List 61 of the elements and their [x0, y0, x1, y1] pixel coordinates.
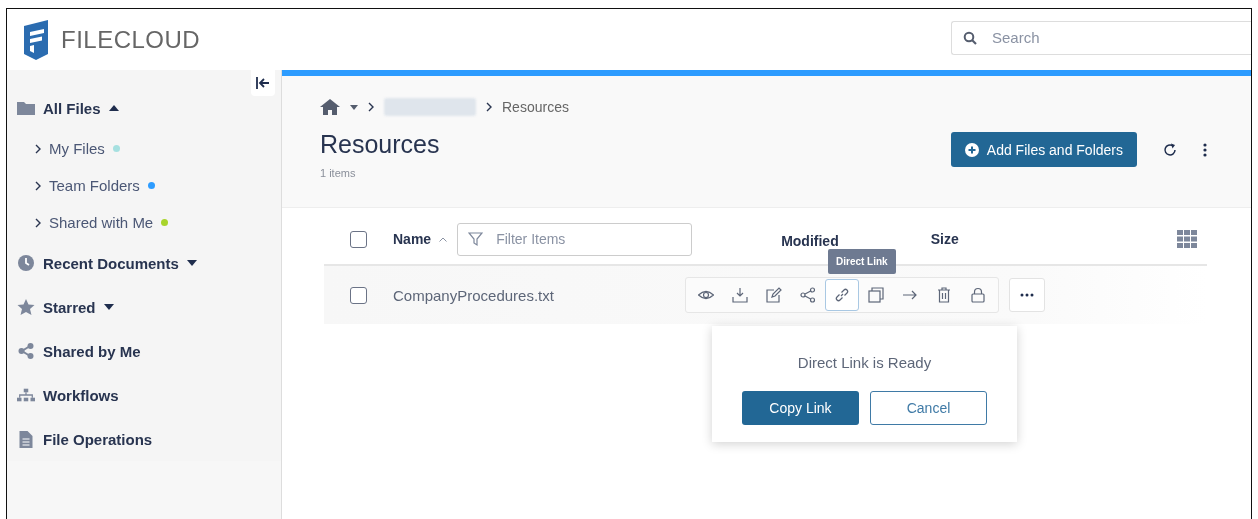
- collapse-icon: [256, 77, 270, 89]
- share-icon: [800, 287, 816, 303]
- link-button[interactable]: [825, 279, 859, 311]
- add-files-button[interactable]: Add Files and Folders: [950, 132, 1137, 167]
- file-name: CompanyProcedures.txt: [393, 286, 555, 304]
- column-header[interactable]: Modified: [781, 233, 839, 249]
- popup-message: Direct Link is Ready: [797, 354, 932, 371]
- row-checkbox[interactable]: [350, 286, 367, 304]
- select-all-checkbox[interactable]: [350, 230, 367, 248]
- caret-icon: [108, 105, 119, 111]
- nav-item[interactable]: File Operations: [17, 417, 281, 461]
- column-header[interactable]: Name: [393, 231, 432, 247]
- nav-item[interactable]: Workflows: [17, 373, 281, 417]
- nav-subitem[interactable]: My Files: [17, 130, 281, 167]
- edit-icon: [766, 287, 782, 303]
- copy-link-button[interactable]: Copy Link: [742, 391, 859, 425]
- home-icon[interactable]: [320, 99, 340, 115]
- filter-icon: [468, 231, 484, 247]
- grid-view-icon[interactable]: [1177, 230, 1197, 248]
- sort-icon[interactable]: [439, 236, 448, 242]
- logo-text: FILECLOUD: [61, 25, 201, 54]
- share-icon: [17, 343, 35, 359]
- document-icon: [17, 430, 35, 448]
- plus-circle-icon: [964, 142, 979, 157]
- hierarchy-icon: [17, 388, 35, 402]
- ellipsis-icon: [1020, 293, 1034, 297]
- refresh-icon[interactable]: [1163, 142, 1177, 157]
- chevron-icon: [486, 102, 492, 112]
- copy-icon: [868, 287, 884, 303]
- nav-subitem[interactable]: Shared with Me: [17, 204, 281, 241]
- clock-icon: [17, 255, 35, 271]
- caret-icon: [103, 304, 114, 310]
- breadcrumb-item[interactable]: Resources: [502, 99, 569, 115]
- nav-item[interactable]: Starred: [17, 285, 281, 329]
- cancel-button[interactable]: Cancel: [870, 391, 987, 425]
- filter-field[interactable]: Filter Items: [457, 222, 693, 256]
- nav-item[interactable]: All Files: [17, 86, 281, 130]
- collapse-sidebar-button[interactable]: [251, 70, 275, 96]
- search-icon: [963, 30, 977, 45]
- chevron-icon: [35, 217, 41, 228]
- column-header[interactable]: Size: [930, 231, 959, 247]
- star-icon: [17, 299, 35, 315]
- tooltip: Direct Link: [828, 249, 896, 274]
- link-icon: [834, 287, 850, 303]
- nav-item[interactable]: Shared by Me: [17, 329, 281, 373]
- nav-item[interactable]: Recent Documents: [17, 241, 281, 285]
- logo-icon: [21, 19, 51, 60]
- search-field[interactable]: Search: [951, 20, 1251, 55]
- item-count: 1 items: [320, 167, 357, 179]
- trash-icon: [936, 287, 952, 303]
- lock-icon: [970, 287, 986, 303]
- chevron-icon: [368, 102, 374, 112]
- caret-icon: [350, 104, 358, 110]
- download-icon: [732, 287, 748, 303]
- nav-subitem[interactable]: Team Folders: [17, 167, 281, 204]
- page-title: Resources: [320, 130, 440, 159]
- chevron-icon: [35, 143, 41, 154]
- more-options-icon[interactable]: [1203, 142, 1207, 157]
- caret-icon: [186, 260, 197, 266]
- folder-icon: [17, 101, 35, 115]
- chevron-icon: [35, 180, 41, 191]
